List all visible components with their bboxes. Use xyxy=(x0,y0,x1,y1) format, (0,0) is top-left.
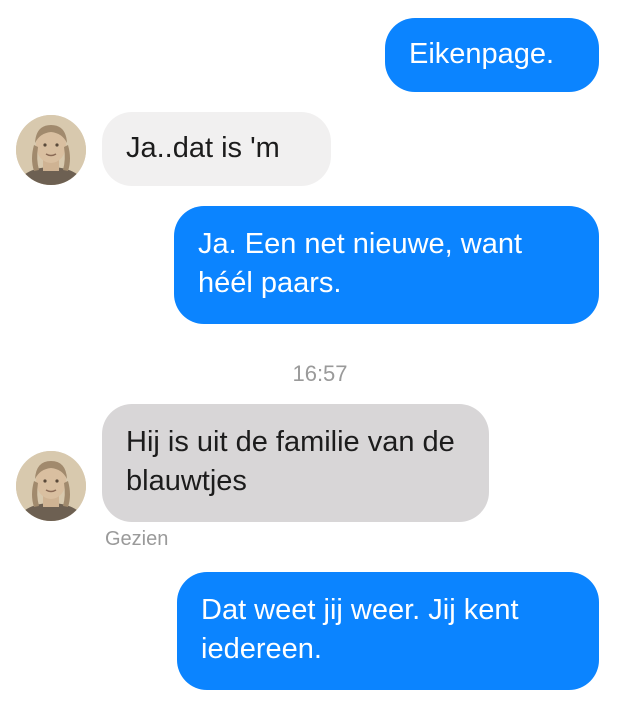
message-text: Hij is uit de familie van de blauwtjes xyxy=(126,426,455,497)
message-text: Ja..dat is 'm xyxy=(126,132,280,164)
incoming-message-bubble[interactable]: Ja..dat is 'm xyxy=(102,112,331,186)
seen-status-label: Gezien xyxy=(105,528,169,550)
outgoing-message-bubble[interactable]: Ja. Een net nieuwe, want héél paars. xyxy=(174,206,599,324)
message-text: Eikenpage. xyxy=(409,38,555,70)
outgoing-message-bubble[interactable]: Dat weet jij weer. Jij kent iedereen. xyxy=(177,572,599,690)
incoming-message-bubble[interactable]: Hij is uit de familie van de blauwtjes xyxy=(102,404,489,522)
outgoing-message-bubble[interactable]: Eikenpage. xyxy=(385,18,599,92)
timestamp: 16:57 xyxy=(292,361,348,386)
contact-avatar-icon[interactable] xyxy=(16,451,86,521)
contact-avatar-icon[interactable] xyxy=(16,115,86,185)
message-thread: Eikenpage. Ja..dat is 'm Ja. Een net nie… xyxy=(0,0,640,706)
message-text: Dat weet jij weer. Jij kent iedereen. xyxy=(201,594,519,665)
message-text: Ja. Een net nieuwe, want héél paars. xyxy=(198,228,523,299)
